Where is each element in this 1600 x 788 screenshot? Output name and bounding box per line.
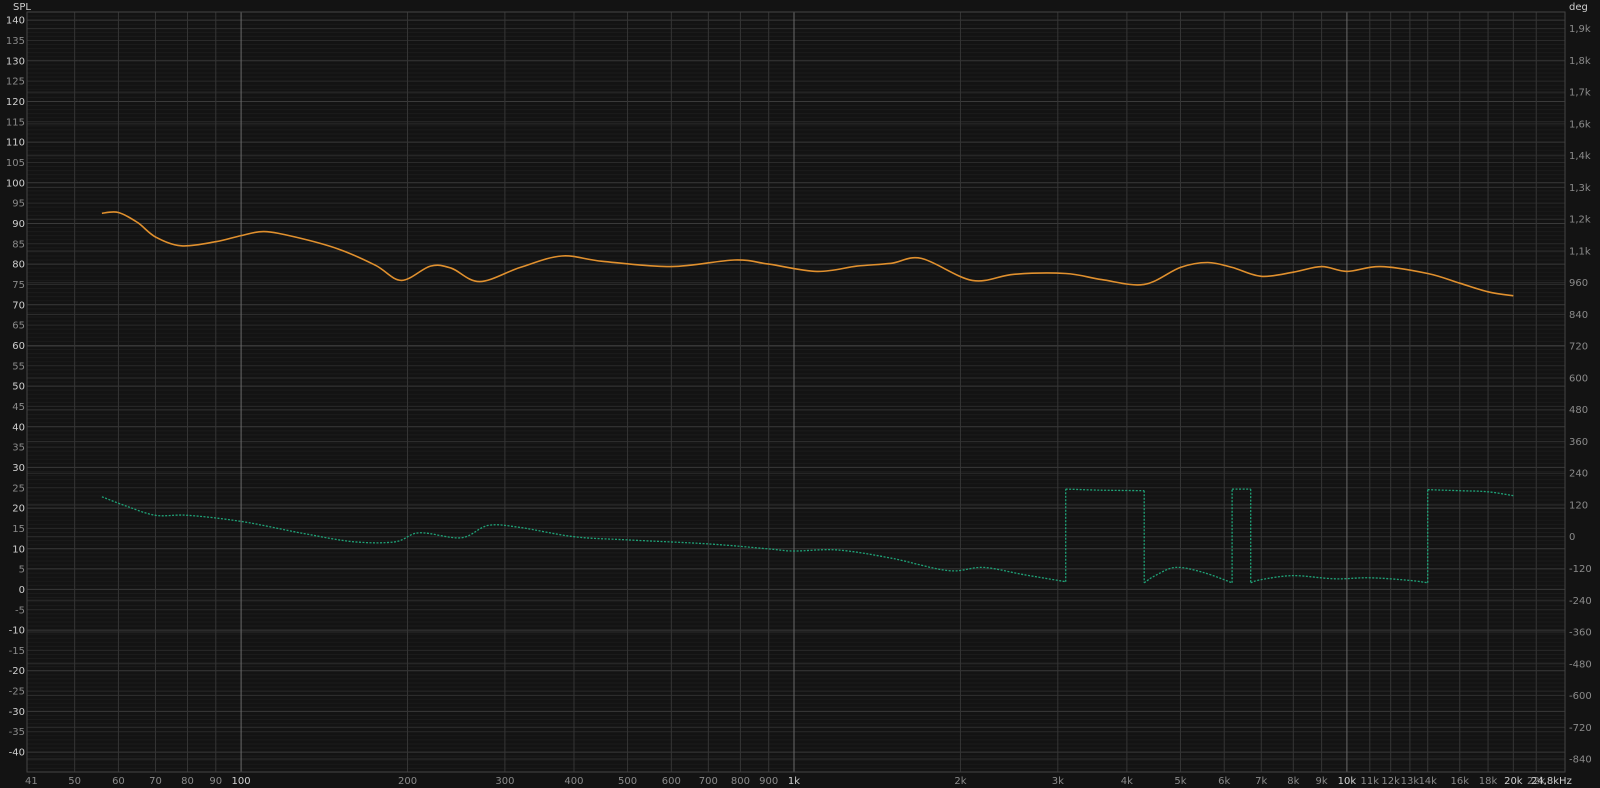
x-tick-label: 10k (1338, 776, 1357, 787)
y-tick-label: 75 (12, 280, 25, 291)
y2-tick-label: 1,4k (1569, 151, 1591, 162)
x-tick-label: 5k (1174, 776, 1186, 787)
y-tick-label: -20 (9, 666, 25, 677)
y-tick-label: 40 (12, 422, 25, 433)
y-tick-label: 55 (12, 361, 25, 372)
y-tick-label: 135 (6, 36, 25, 47)
y-tick-label: 105 (6, 158, 25, 169)
y-tick-label: 65 (12, 321, 25, 332)
y2-tick-label: -720 (1569, 723, 1592, 734)
y-tick-label: -15 (9, 646, 25, 657)
y-tick-label: 10 (12, 544, 25, 555)
y2-tick-label: 960 (1569, 278, 1588, 289)
y2-tick-label: 840 (1569, 310, 1588, 321)
y2-tick-label: 1,8k (1569, 56, 1591, 67)
y-tick-label: 90 (12, 219, 25, 230)
y2-tick-label: -600 (1569, 691, 1592, 702)
y2-axis-title: deg (1569, 2, 1588, 13)
y-tick-label: 70 (12, 300, 25, 311)
y-tick-label: -25 (9, 687, 25, 698)
y-tick-label: -10 (9, 626, 25, 637)
x-tick-label: 1k (788, 776, 800, 787)
x-tick-label: 700 (699, 776, 718, 787)
x-tick-label: 9k (1316, 776, 1328, 787)
y-tick-label: 15 (12, 524, 25, 535)
y-tick-label: 35 (12, 443, 25, 454)
frequency-response-chart: -40 -35 -30 -25 -20 -15 -10 -5 0 5 10 15 20 25 30 35 40 4… (0, 0, 1600, 788)
y2-tick-label: 1,9k (1569, 24, 1591, 35)
y2-tick-label: 600 (1569, 373, 1588, 384)
y-tick-label: 20 (12, 504, 25, 515)
x-tick-label: 90 (209, 776, 222, 787)
y-tick-label: 120 (6, 97, 25, 108)
y2-tick-label: 720 (1569, 342, 1588, 353)
y-tick-label: 95 (12, 199, 25, 210)
y2-tick-label: 360 (1569, 437, 1588, 448)
x-tick-label: 300 (495, 776, 514, 787)
y2-tick-label: -360 (1569, 628, 1592, 639)
y2-tick-label: 1,6k (1569, 119, 1591, 130)
y-tick-label: -5 (15, 605, 25, 616)
y-tick-label: 125 (6, 77, 25, 88)
y-tick-label: 30 (12, 463, 25, 474)
y-tick-label: 60 (12, 341, 25, 352)
x-tick-label: 12k (1381, 776, 1400, 787)
x-tick-label: 50 (68, 776, 81, 787)
x-tick-label: 24,8kHz (1531, 776, 1572, 787)
y2-tick-label: 480 (1569, 405, 1588, 416)
x-tick-label: 4k (1121, 776, 1133, 787)
x-tick-label: 41 (25, 776, 38, 787)
y-tick-label: -35 (9, 727, 25, 738)
x-tick-label: 6k (1218, 776, 1230, 787)
x-tick-label: 60 (112, 776, 125, 787)
y-tick-label: 85 (12, 239, 25, 250)
x-tick-label: 600 (662, 776, 681, 787)
y-tick-label: 45 (12, 402, 25, 413)
y2-tick-label: 1,3k (1569, 183, 1591, 194)
x-tick-label: 8k (1287, 776, 1299, 787)
y2-tick-label: 1,2k (1569, 215, 1591, 226)
x-tick-label: 900 (759, 776, 778, 787)
x-tick-label: 200 (398, 776, 417, 787)
x-tick-label: 70 (149, 776, 162, 787)
x-tick-label: 7k (1255, 776, 1267, 787)
x-tick-label: 14k (1418, 776, 1437, 787)
y-tick-label: 130 (6, 56, 25, 67)
y-tick-label: 140 (6, 16, 25, 27)
x-tick-label: 11k (1361, 776, 1380, 787)
x-tick-label: 500 (618, 776, 637, 787)
y2-tick-label: 120 (1569, 500, 1588, 511)
x-tick-label: 800 (731, 776, 750, 787)
x-tick-label: 3k (1052, 776, 1064, 787)
y2-tick-label: 0 (1569, 532, 1575, 543)
y-tick-label: 110 (6, 138, 25, 149)
y2-tick-label: -480 (1569, 659, 1592, 670)
x-tick-label: 13k (1401, 776, 1420, 787)
x-tick-label: 18k (1479, 776, 1498, 787)
y2-tick-label: -240 (1569, 596, 1592, 607)
y-tick-label: 115 (6, 117, 25, 128)
y-tick-label: -30 (9, 707, 25, 718)
y-tick-label: 100 (6, 178, 25, 189)
y2-tick-label: -840 (1569, 755, 1592, 766)
y-tick-label: 0 (19, 585, 25, 596)
y-tick-label: 25 (12, 483, 25, 494)
y-tick-label: 50 (12, 382, 25, 393)
y2-tick-label: -120 (1569, 564, 1592, 575)
y-axis-title: SPL (13, 2, 31, 13)
y2-tick-label: 240 (1569, 469, 1588, 480)
x-tick-label: 20k (1504, 776, 1523, 787)
y-tick-label: 5 (19, 565, 25, 576)
x-tick-label: 400 (564, 776, 583, 787)
y2-tick-label: 1,1k (1569, 246, 1591, 257)
x-tick-label: 2k (954, 776, 966, 787)
x-tick-label: 80 (181, 776, 194, 787)
y-tick-label: 80 (12, 260, 25, 271)
x-tick-label: 16k (1451, 776, 1470, 787)
y2-tick-label: 1,7k (1569, 88, 1591, 99)
y-tick-label: -40 (9, 748, 25, 759)
x-tick-label: 100 (232, 776, 251, 787)
